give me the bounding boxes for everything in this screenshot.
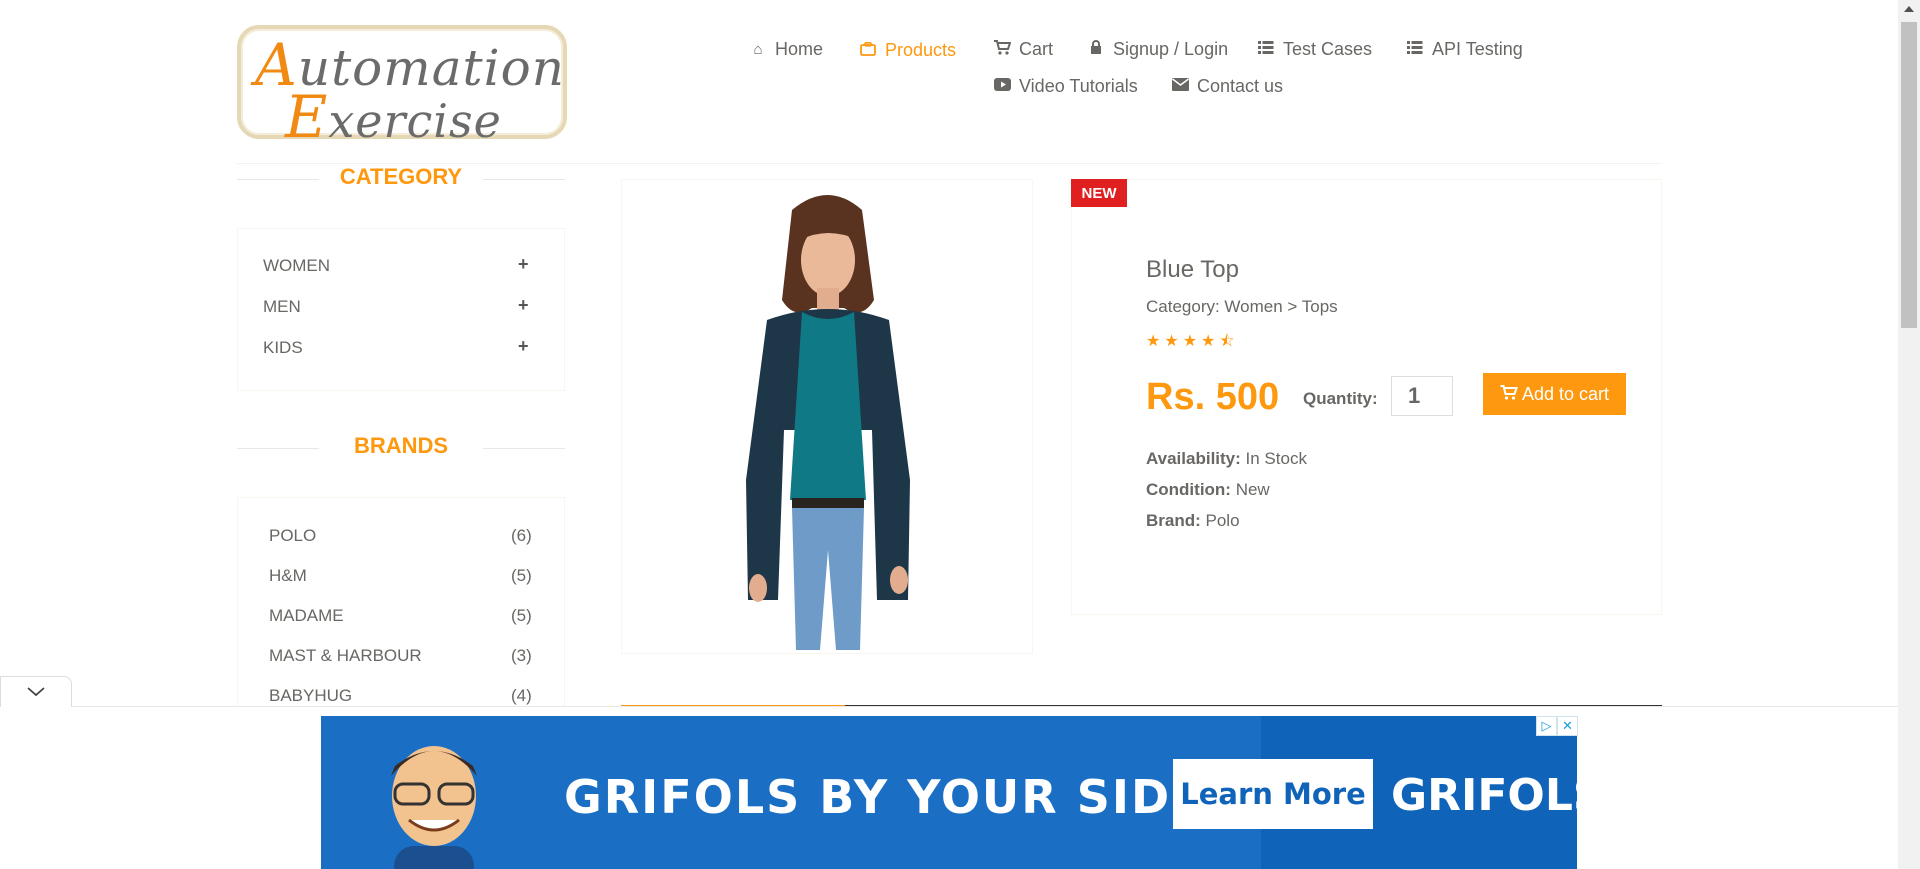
- page-scrollbar[interactable]: [1898, 0, 1920, 869]
- new-badge: NEW: [1071, 179, 1127, 207]
- brand-hm[interactable]: H&M: [269, 566, 307, 586]
- nav-contact-label: Contact us: [1197, 76, 1284, 96]
- brand-mast-harbour[interactable]: MAST & HARBOUR: [269, 646, 422, 666]
- expand-kids-icon[interactable]: +: [518, 336, 529, 357]
- ad-banner[interactable]: GRIFOLS BY YOUR SIDE Learn More GRIFOLS: [321, 716, 1577, 869]
- brand-polo[interactable]: POLO: [269, 526, 316, 546]
- nav-products-label: Products: [885, 40, 957, 60]
- nav-contact-us[interactable]: Contact us: [1171, 76, 1283, 97]
- category-title-line-left: [237, 179, 319, 180]
- nav-video-label: Video Tutorials: [1019, 76, 1138, 96]
- cart-icon: [1500, 384, 1518, 405]
- nav-home[interactable]: ⌂ Home: [749, 39, 823, 60]
- category-title: CATEGORY: [339, 164, 463, 189]
- product-category: Category: Women > Tops: [1146, 297, 1338, 316]
- nav-api-testing[interactable]: API Testing: [1406, 39, 1523, 60]
- star-icon: ★: [1201, 333, 1220, 350]
- lock-icon: [1087, 40, 1105, 59]
- brand-row: Brand: Polo: [1146, 511, 1240, 530]
- rating-stars: ★★★★⯪: [1146, 330, 1239, 357]
- product-photo-illustration: [746, 195, 910, 650]
- brands-title-line-left: [237, 448, 319, 449]
- list-icon: [1406, 41, 1424, 58]
- category-title-line-right: [483, 179, 565, 180]
- ad-learn-more-button[interactable]: Learn More: [1173, 759, 1373, 829]
- category-men[interactable]: MEN: [263, 297, 301, 317]
- youtube-icon: [993, 78, 1011, 95]
- star-icon: ★: [1182, 333, 1202, 350]
- ad-avatar: [391, 746, 477, 869]
- product-price: Rs. 500: [1146, 376, 1280, 418]
- quantity-input[interactable]: [1391, 376, 1453, 416]
- brand-babyhug-count: (4): [511, 686, 532, 705]
- brand-madame[interactable]: MADAME: [269, 606, 344, 626]
- nav-video-tutorials[interactable]: Video Tutorials: [993, 76, 1138, 97]
- star-icon: ★: [1164, 333, 1183, 350]
- nav-api-testing-label: API Testing: [1432, 39, 1523, 59]
- briefcase-icon: [859, 41, 877, 60]
- ad-brand: GRIFOLS: [1391, 770, 1577, 821]
- home-icon: ⌂: [753, 41, 763, 58]
- ad-close-icon[interactable]: ✕: [1557, 716, 1578, 736]
- brand-polo-count: (6): [511, 526, 532, 545]
- ad-info-icon[interactable]: ▷: [1536, 716, 1557, 736]
- ad-choices[interactable]: ▷ ✕: [1536, 716, 1578, 736]
- cart-icon: [993, 40, 1011, 59]
- brand-babyhug[interactable]: BABYHUG: [269, 686, 352, 706]
- logo-line-2: Exercise: [285, 83, 502, 151]
- site-logo[interactable]: Automation Exercise: [237, 25, 567, 151]
- nav-test-cases-label: Test Cases: [1283, 39, 1373, 59]
- nav-products[interactable]: Products: [859, 40, 956, 61]
- ad-collapse-toggle[interactable]: [0, 676, 72, 707]
- nav-cart[interactable]: Cart: [993, 39, 1053, 60]
- category-women[interactable]: WOMEN: [263, 256, 330, 276]
- add-to-cart-button[interactable]: Add to cart: [1483, 373, 1626, 415]
- chevron-down-icon: [27, 687, 45, 697]
- nav-test-cases[interactable]: Test Cases: [1257, 39, 1372, 60]
- scrollbar-thumb[interactable]: [1901, 22, 1917, 328]
- brands-title-line-right: [483, 448, 565, 449]
- nav-cart-label: Cart: [1019, 39, 1054, 59]
- expand-men-icon[interactable]: +: [518, 295, 529, 316]
- availability-row: Availability: In Stock: [1146, 449, 1307, 468]
- quantity-label: Quantity:: [1303, 389, 1378, 408]
- scroll-up-icon[interactable]: [1904, 6, 1914, 12]
- product-image: [621, 179, 1033, 654]
- star-half-icon: ⯪: [1219, 333, 1239, 350]
- brand-mast-harbour-count: (3): [511, 646, 532, 665]
- condition-row: Condition: New: [1146, 480, 1270, 499]
- nav-signup-login[interactable]: Signup / Login: [1087, 39, 1228, 60]
- envelope-icon: [1171, 78, 1189, 95]
- nav-signup-label: Signup / Login: [1113, 39, 1229, 59]
- expand-women-icon[interactable]: +: [518, 254, 529, 275]
- category-kids[interactable]: KIDS: [263, 338, 303, 358]
- add-to-cart-label: Add to cart: [1521, 383, 1610, 404]
- list-icon: [1257, 41, 1275, 58]
- brand-hm-count: (5): [511, 566, 532, 585]
- star-icon: ★: [1146, 333, 1165, 350]
- ad-headline: GRIFOLS BY YOUR SIDE: [564, 770, 1205, 824]
- brands-title: BRANDS: [353, 433, 449, 458]
- nav-home-label: Home: [775, 39, 824, 59]
- product-name: Blue Top: [1146, 256, 1239, 283]
- brand-madame-count: (5): [511, 606, 532, 625]
